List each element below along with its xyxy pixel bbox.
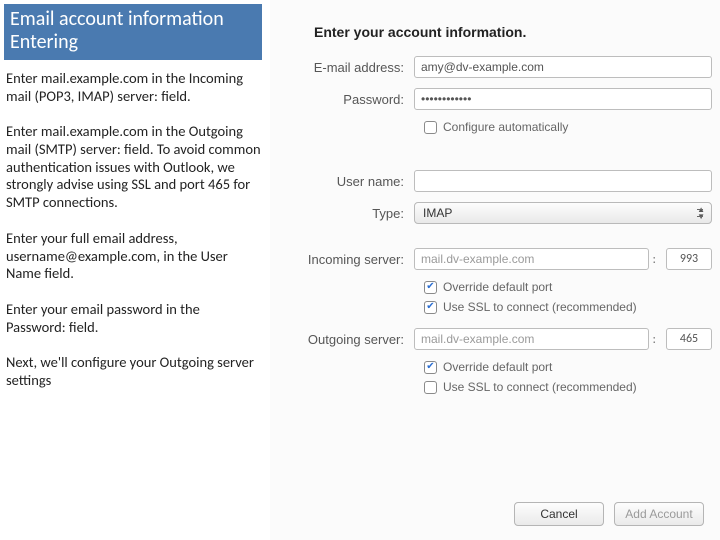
email-label: E-mail address: bbox=[274, 60, 414, 75]
incoming-label: Incoming server: bbox=[274, 252, 414, 267]
outgoing-ssl-label: Use SSL to connect (recommended) bbox=[443, 380, 637, 394]
email-field[interactable]: amy@dv-example.com bbox=[414, 56, 712, 78]
outgoing-override-checkbox[interactable] bbox=[424, 361, 437, 374]
incoming-ssl-checkbox[interactable] bbox=[424, 301, 437, 314]
port-separator: : bbox=[653, 252, 656, 267]
port-separator-2: : bbox=[653, 332, 656, 347]
outgoing-server-field[interactable]: mail.dv-example.com bbox=[414, 328, 649, 350]
instruction-5: Next, we'll configure your Outgoing serv… bbox=[6, 354, 262, 389]
outgoing-port-field[interactable]: 465 bbox=[666, 328, 712, 350]
incoming-override-checkbox[interactable] bbox=[424, 281, 437, 294]
configure-auto-label: Configure automatically bbox=[443, 120, 568, 134]
password-label: Password: bbox=[274, 92, 414, 107]
slide-title: Email account information Entering bbox=[4, 4, 262, 60]
outgoing-ssl-checkbox[interactable] bbox=[424, 381, 437, 394]
updown-icon: ▲▼ bbox=[697, 206, 705, 220]
account-dialog: Enter your account information. E-mail a… bbox=[270, 0, 720, 540]
instruction-4: Enter your email password in the Passwor… bbox=[6, 301, 262, 336]
cancel-button[interactable]: Cancel bbox=[514, 502, 604, 526]
type-label: Type: bbox=[274, 206, 414, 221]
username-field[interactable] bbox=[414, 170, 712, 192]
instruction-2: Enter mail.example.com in the Outgoing m… bbox=[6, 123, 262, 211]
password-field[interactable]: •••••••••••• bbox=[414, 88, 712, 110]
add-account-button[interactable]: Add Account bbox=[614, 502, 704, 526]
instruction-3: Enter your full email address, username@… bbox=[6, 230, 262, 283]
incoming-ssl-label: Use SSL to connect (recommended) bbox=[443, 300, 637, 314]
type-value: IMAP bbox=[423, 206, 452, 220]
instructions-panel: Email account information Entering Enter… bbox=[0, 0, 270, 540]
outgoing-override-label: Override default port bbox=[443, 360, 552, 374]
type-select[interactable]: IMAP ▲▼ bbox=[414, 202, 712, 224]
instruction-1: Enter mail.example.com in the Incoming m… bbox=[6, 70, 262, 105]
configure-auto-checkbox[interactable] bbox=[424, 121, 437, 134]
dialog-heading: Enter your account information. bbox=[314, 24, 712, 40]
incoming-port-field[interactable]: 993 bbox=[666, 248, 712, 270]
outgoing-label: Outgoing server: bbox=[274, 332, 414, 347]
incoming-override-label: Override default port bbox=[443, 280, 552, 294]
incoming-server-field[interactable]: mail.dv-example.com bbox=[414, 248, 649, 270]
username-label: User name: bbox=[274, 174, 414, 189]
